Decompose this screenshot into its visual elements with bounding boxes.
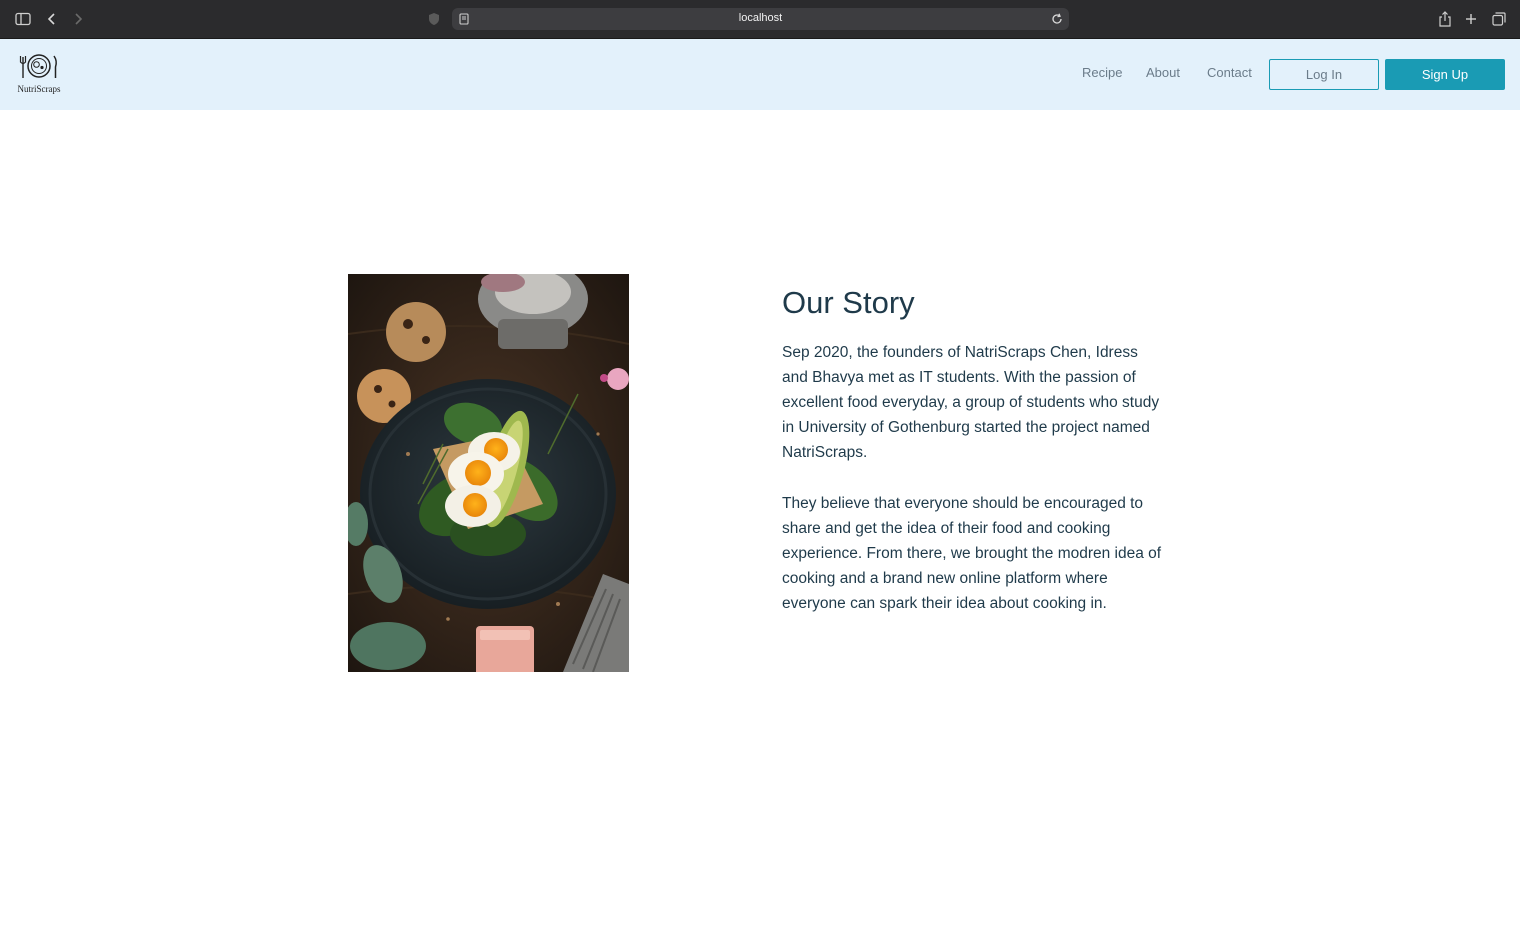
url-text: localhost	[738, 12, 783, 24]
logo-text: NutriScraps	[17, 84, 61, 94]
plate-cutlery-icon	[19, 54, 57, 78]
signup-button[interactable]: Sign Up	[1385, 59, 1505, 90]
browser-toolbar: localhost	[0, 0, 1520, 39]
nav-about[interactable]: About	[1146, 65, 1180, 80]
story-paragraph-2: They believe that everyone should be enc…	[782, 495, 1162, 612]
site-logo[interactable]: NutriScraps	[12, 51, 66, 99]
sidebar-toggle-icon[interactable]	[13, 9, 33, 29]
share-icon[interactable]	[1435, 9, 1455, 29]
story-paragraph-1: Sep 2020, the founders of NatriScraps Ch…	[782, 344, 1160, 461]
food-photo	[348, 274, 629, 672]
nav-contact[interactable]: Contact	[1207, 65, 1252, 80]
forward-icon[interactable]	[68, 9, 88, 29]
back-icon[interactable]	[42, 9, 62, 29]
site-header: NutriScraps Recipe About Contact Log In …	[0, 39, 1520, 110]
nav-recipe[interactable]: Recipe	[1082, 65, 1122, 80]
address-bar[interactable]: localhost	[452, 8, 1069, 30]
reload-icon[interactable]	[1049, 11, 1065, 27]
privacy-shield-icon[interactable]	[424, 9, 444, 29]
tab-overview-icon[interactable]	[1489, 9, 1509, 29]
new-tab-icon[interactable]	[1461, 9, 1481, 29]
login-button[interactable]: Log In	[1269, 59, 1379, 90]
story-title: Our Story	[782, 285, 915, 320]
